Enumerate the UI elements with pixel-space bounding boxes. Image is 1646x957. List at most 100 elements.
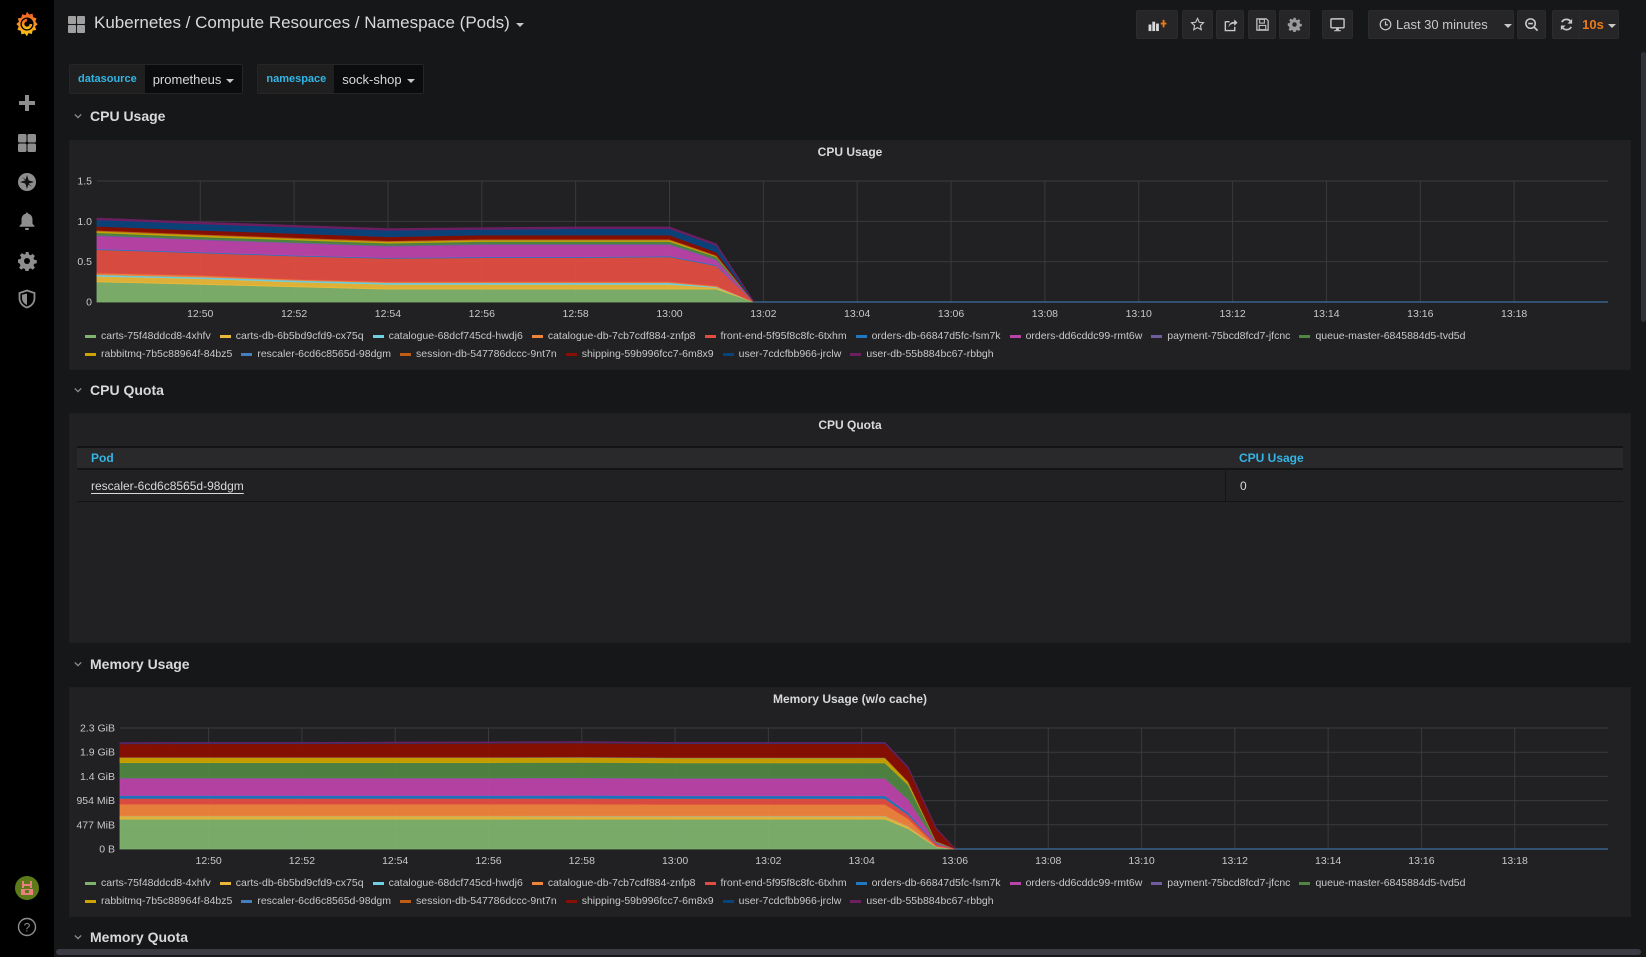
x-tick-label: 13:14 <box>1315 855 1341 867</box>
save-button[interactable] <box>1248 10 1276 39</box>
refresh-interval-picker[interactable]: 10s <box>1579 10 1619 39</box>
cpu-usage-legend: carts-75f48ddcd8-4xhfv carts-db-6b5bd9cfd… <box>85 327 1610 363</box>
legend-item[interactable]: catalogue-db-7cb7cdf884-znfp8 <box>531 327 696 345</box>
template-variables: datasource prometheus namespace sock-sho… <box>69 64 424 94</box>
bell-icon[interactable] <box>0 206 54 236</box>
table-row: rescaler-6cd6c8565d-98dgm 0 <box>77 470 1623 502</box>
legend-item[interactable]: orders-dd6cddc99-rmt6w <box>1009 874 1142 892</box>
row-memory-quota[interactable]: Memory Quota <box>74 929 188 945</box>
dashboard-title-text: Kubernetes / Compute Resources / Namespa… <box>94 13 510 32</box>
explore-compass-icon[interactable] <box>0 167 54 197</box>
y-tick-label: 1.9 GiB <box>80 747 115 759</box>
chevron-down-icon <box>74 934 82 940</box>
legend-item[interactable]: front-end-5f95f8c8fc-6txhm <box>704 327 847 345</box>
variable-datasource: datasource prometheus <box>69 64 244 94</box>
legend-label: rabbitmq-7b5c88964f-84bz5 <box>101 895 233 907</box>
horizontal-scrollbar[interactable] <box>56 949 1641 955</box>
legend-item[interactable]: user-db-55b884bc67-rbbgh <box>850 345 994 363</box>
legend-item[interactable]: session-db-547786dccc-9nt7n <box>400 345 557 363</box>
dashboard-settings-button[interactable] <box>1279 10 1310 39</box>
legend-swatch <box>219 334 231 338</box>
legend-item[interactable]: user-7cdcfbb966-jrclw <box>722 892 841 910</box>
legend-label: session-db-547786dccc-9nt7n <box>416 348 557 360</box>
chevron-down-icon <box>74 113 82 119</box>
shield-icon[interactable] <box>0 284 54 314</box>
legend-swatch <box>1009 334 1021 338</box>
legend-item[interactable]: front-end-5f95f8c8fc-6txhm <box>704 874 847 892</box>
gear-icon[interactable] <box>0 246 54 276</box>
panel-cpu-quota: CPU Quota Pod CPU Usage rescaler-6cd6c85… <box>69 413 1631 643</box>
panel-title[interactable]: CPU Quota <box>70 418 1630 432</box>
x-tick-label: 13:18 <box>1502 855 1528 867</box>
x-tick-label: 12:54 <box>375 308 401 320</box>
row-cpu-quota[interactable]: CPU Quota <box>74 382 164 398</box>
user-avatar[interactable] <box>0 871 54 905</box>
memory-usage-legend: carts-75f48ddcd8-4xhfv carts-db-6b5bd9cfd… <box>85 874 1610 910</box>
legend-swatch <box>1151 881 1163 885</box>
legend-item[interactable]: catalogue-68dcf745cd-hwdj6 <box>372 327 523 345</box>
legend-item[interactable]: catalogue-db-7cb7cdf884-znfp8 <box>531 874 696 892</box>
legend-item[interactable]: carts-75f48ddcd8-4xhfv <box>85 327 211 345</box>
legend-item[interactable]: payment-75bcd8fcd7-jfcnc <box>1151 327 1290 345</box>
star-button[interactable] <box>1182 10 1213 39</box>
x-tick-label: 13:04 <box>849 855 875 867</box>
legend-swatch <box>531 334 543 338</box>
x-tick-label: 13:00 <box>656 308 682 320</box>
legend-item[interactable]: rabbitmq-7b5c88964f-84bz5 <box>85 892 232 910</box>
legend-item[interactable]: user-7cdcfbb966-jrclw <box>722 345 841 363</box>
legend-item[interactable]: shipping-59b996fcc7-6m8x9 <box>565 892 714 910</box>
legend-item[interactable]: carts-db-6b5bd9cfd9-cx75q <box>219 874 364 892</box>
grafana-logo-icon[interactable] <box>0 8 54 40</box>
add-panel-button[interactable] <box>1136 10 1178 39</box>
x-tick-label: 12:58 <box>562 308 588 320</box>
cycle-view-mode-button[interactable] <box>1322 10 1353 39</box>
column-header-pod[interactable]: Pod <box>77 448 1225 468</box>
refresh-button[interactable] <box>1552 10 1579 39</box>
x-tick-label: 12:58 <box>569 855 595 867</box>
legend-label: carts-75f48ddcd8-4xhfv <box>101 877 211 889</box>
legend-item[interactable]: session-db-547786dccc-9nt7n <box>400 892 557 910</box>
row-cpu-usage[interactable]: CPU Usage <box>74 108 165 124</box>
legend-item[interactable]: payment-75bcd8fcd7-jfcnc <box>1151 874 1290 892</box>
legend-label: rescaler-6cd6c8565d-98dgm <box>257 895 392 907</box>
legend-item[interactable]: catalogue-68dcf745cd-hwdj6 <box>372 874 523 892</box>
legend-item[interactable]: rescaler-6cd6c8565d-98dgm <box>241 892 391 910</box>
legend-item[interactable]: user-db-55b884bc67-rbbgh <box>850 892 994 910</box>
dashboard-title[interactable]: Kubernetes / Compute Resources / Namespa… <box>94 13 524 33</box>
legend-item[interactable]: orders-db-66847d5fc-fsm7k <box>855 327 1001 345</box>
time-picker-button[interactable]: Last 30 minutes <box>1368 10 1514 39</box>
pod-link[interactable]: rescaler-6cd6c8565d-98dgm <box>91 479 244 493</box>
legend-item[interactable]: rabbitmq-7b5c88964f-84bz5 <box>85 345 232 363</box>
legend-label: catalogue-db-7cb7cdf884-znfp8 <box>547 877 696 889</box>
legend-item[interactable]: queue-master-6845884d5-tvd5d <box>1299 874 1465 892</box>
legend-item[interactable]: queue-master-6845884d5-tvd5d <box>1299 327 1465 345</box>
panel-cpu-usage: CPU Usage 0 0.5 1.0 1.5 12:50 12:52 12:54 12:56… <box>69 140 1631 370</box>
x-tick-label: 13:08 <box>1035 855 1061 867</box>
variable-label: datasource <box>70 65 145 93</box>
datasource-select[interactable]: prometheus <box>144 65 243 93</box>
legend-item[interactable]: orders-dd6cddc99-rmt6w <box>1009 327 1142 345</box>
legend-item[interactable]: rescaler-6cd6c8565d-98dgm <box>241 345 391 363</box>
legend-item[interactable]: shipping-59b996fcc7-6m8x9 <box>565 345 714 363</box>
area-series-carts-75f48ddcd8-4xhfv[interactable] <box>119 818 956 850</box>
x-tick-label: 13:02 <box>750 308 776 320</box>
legend-item[interactable]: carts-75f48ddcd8-4xhfv <box>85 874 211 892</box>
x-tick-label: 13:14 <box>1313 308 1339 320</box>
legend-swatch <box>241 352 253 356</box>
zoom-out-button[interactable] <box>1517 10 1546 39</box>
vertical-scrollbar[interactable] <box>1641 52 1646 322</box>
legend-item[interactable]: orders-db-66847d5fc-fsm7k <box>855 874 1001 892</box>
help-icon[interactable]: ? <box>0 912 54 942</box>
plus-icon[interactable] <box>0 88 54 118</box>
caret-down-icon <box>226 78 235 83</box>
row-title-text: CPU Usage <box>90 108 166 124</box>
sidebar: ? <box>0 0 54 957</box>
namespace-select[interactable]: sock-shop <box>334 65 423 93</box>
legend-item[interactable]: carts-db-6b5bd9cfd9-cx75q <box>219 327 364 345</box>
cpu-usage-chart: 0 0.5 1.0 1.5 12:50 12:52 12:54 12:56 12:58 13:00… <box>77 176 1608 320</box>
row-memory-usage[interactable]: Memory Usage <box>74 656 190 672</box>
column-header-cpu-usage[interactable]: CPU Usage <box>1225 448 1623 468</box>
svg-text:?: ? <box>24 921 31 935</box>
share-button[interactable] <box>1216 10 1244 39</box>
dashboards-icon[interactable] <box>0 128 54 158</box>
